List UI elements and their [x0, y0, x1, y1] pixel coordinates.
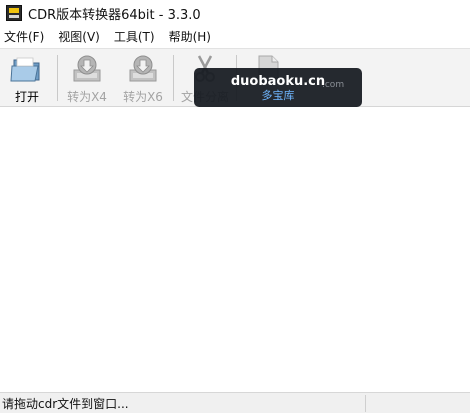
status-bar: 请拖动cdr文件到窗口...	[0, 392, 470, 413]
menu-file[interactable]: 文件(F)	[0, 26, 51, 48]
menu-help[interactable]: 帮助(H)	[162, 26, 218, 48]
save-down-icon	[73, 55, 101, 82]
toolbar-separator	[173, 55, 174, 101]
watermark-domain: duobaoku.cn	[230, 73, 326, 89]
watermark-ghost-text: .com	[322, 80, 345, 90]
watermark-subtitle: 多宝库	[261, 88, 295, 102]
menu-bar: 文件(F) 视图(V) 工具(T) 帮助(H)	[0, 26, 470, 48]
menu-tools[interactable]: 工具(T)	[107, 26, 162, 48]
folder-open-icon	[10, 57, 40, 82]
convert-x6-label: 转为X6	[123, 90, 163, 104]
title-bar: CDR版本转换器64bit - 3.3.0	[0, 0, 470, 26]
window-title: CDR版本转换器64bit - 3.3.0	[28, 7, 201, 23]
convert-x4-label: 转为X4	[67, 90, 107, 104]
cdr-app-icon	[6, 5, 22, 21]
drop-area[interactable]	[0, 107, 470, 392]
menu-view[interactable]: 视图(V)	[51, 26, 107, 48]
open-button[interactable]: 打开	[0, 53, 54, 105]
toolbar-separator	[57, 55, 58, 101]
save-down-icon	[129, 55, 157, 82]
open-label: 打开	[14, 90, 39, 104]
convert-x6-button[interactable]: 转为X6	[116, 53, 170, 105]
status-text: 请拖动cdr文件到窗口...	[2, 396, 129, 411]
status-divider	[365, 395, 366, 412]
convert-x4-button[interactable]: 转为X4	[60, 53, 114, 105]
